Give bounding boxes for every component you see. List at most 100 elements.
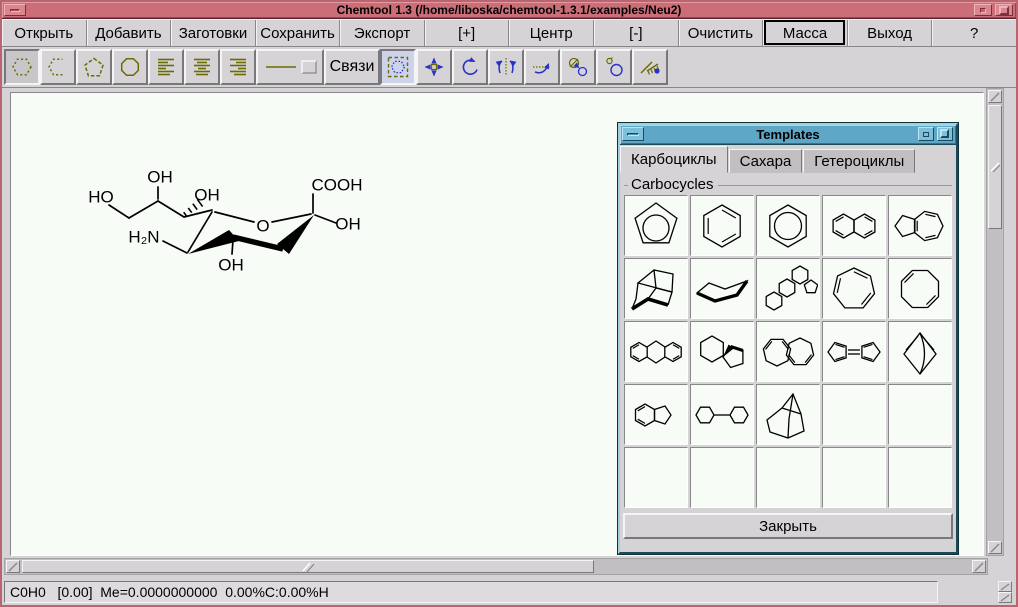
template-cell-fluorene[interactable]	[624, 321, 688, 382]
tool-shrink-button[interactable]	[560, 49, 596, 85]
tab-sugars[interactable]: Сахара	[729, 149, 803, 173]
menu-item-label: Сохранить	[260, 25, 335, 42]
toolbar: Связи	[2, 48, 1016, 88]
template-cell-steroid[interactable]	[756, 258, 820, 319]
vscroll-top-button[interactable]	[988, 90, 1002, 103]
templates-minimize-button[interactable]	[918, 127, 934, 141]
heptalene-structure-icon	[758, 324, 818, 380]
tool-enlarge-button[interactable]	[596, 49, 632, 85]
menu-item-center[interactable]: Центр	[509, 20, 594, 46]
templates-group-label: Carbocycles	[624, 175, 952, 193]
template-cell-empty[interactable]	[822, 447, 886, 508]
svg-text:HO: HO	[88, 188, 114, 207]
template-cell-empty[interactable]	[756, 447, 820, 508]
templates-grid	[620, 193, 956, 510]
azulene-structure-icon	[890, 198, 950, 254]
menu-item-save[interactable]: Сохранить	[256, 20, 341, 46]
tab-heterocycles[interactable]: Гетероциклы	[803, 149, 915, 173]
template-cell-empty[interactable]	[822, 384, 886, 445]
template-cell-empty[interactable]	[690, 447, 754, 508]
menu-item-help[interactable]: ?	[932, 20, 1016, 46]
benzene-structure-icon	[692, 198, 752, 254]
template-cell-empty[interactable]	[888, 447, 952, 508]
pentagon-dotted-icon	[82, 55, 106, 79]
status-down-button[interactable]	[998, 592, 1012, 603]
template-cell-heptalene[interactable]	[756, 321, 820, 382]
hscroll-left-button[interactable]	[6, 560, 20, 573]
templates-maximize-icon	[940, 129, 949, 138]
tool-text-align-right-button[interactable]	[220, 49, 256, 85]
chemtool-window: Chemtool 1.3 (/home/liboska/chemtool-1.3…	[0, 0, 1018, 607]
menu-item-mass[interactable]: Масса	[763, 20, 848, 46]
vscroll-thumb[interactable]	[988, 105, 1002, 229]
hscroll-right-button[interactable]	[972, 560, 986, 573]
cyclopentadienyl-circle-structure-icon	[626, 198, 686, 254]
tool-draw-hexagon-button[interactable]	[4, 49, 40, 85]
menu-item-export[interactable]: Экспорт	[340, 20, 425, 46]
tool-bond-style-button[interactable]	[256, 49, 324, 85]
menu-item-add[interactable]: Добавить	[87, 20, 172, 46]
vscroll-bottom-button[interactable]	[988, 541, 1002, 554]
templates-close-button[interactable]: Закрыть	[623, 513, 953, 539]
align-left-icon	[154, 55, 178, 79]
cyclohexane-chair-structure-icon	[692, 261, 752, 317]
maximize-button[interactable]	[995, 4, 1013, 16]
template-cell-empty[interactable]	[888, 384, 952, 445]
menu-item-quit[interactable]: Выход	[848, 20, 933, 46]
svg-text:H₂N: H₂N	[128, 228, 159, 247]
menu-item-label: [+]	[458, 25, 475, 42]
tool-draw-open-hexagon-button[interactable]	[40, 49, 76, 85]
template-cell-bicyclohexyl[interactable]	[690, 384, 754, 445]
tool-draw-octagon-button[interactable]	[112, 49, 148, 85]
rotate-icon	[458, 55, 482, 79]
tab-carbocycles[interactable]: Карбоциклы	[620, 146, 728, 173]
minimize-button[interactable]	[974, 4, 992, 16]
menu-item-label: Очистить	[688, 25, 753, 42]
template-cell-azulene[interactable]	[888, 195, 952, 256]
template-cell-benzene-circle[interactable]	[756, 195, 820, 256]
align-center-icon	[190, 55, 214, 79]
hexagon-dotted-icon	[10, 55, 34, 79]
templates-titlebar[interactable]: Templates	[620, 125, 956, 145]
tool-text-align-center-button[interactable]	[184, 49, 220, 85]
template-cell-cycloheptatriene[interactable]	[822, 258, 886, 319]
template-cell-cyclopentadienyl-circle[interactable]	[624, 195, 688, 256]
template-cell-empty[interactable]	[624, 447, 688, 508]
menu-item-zoom-out[interactable]: [-]	[594, 20, 679, 46]
hscroll-thumb[interactable]	[22, 560, 594, 573]
vertical-scrollbar[interactable]	[986, 88, 1004, 556]
template-cell-norbornadiene[interactable]	[888, 321, 952, 382]
template-cell-cyclooctatetraene[interactable]	[888, 258, 952, 319]
templates-maximize-button[interactable]	[937, 127, 953, 141]
template-cell-naphthalene[interactable]	[822, 195, 886, 256]
status-up-button[interactable]	[998, 581, 1012, 592]
tool-flip-vertical-button[interactable]	[488, 49, 524, 85]
menu-item-clear[interactable]: Очистить	[679, 20, 764, 46]
menubar: ОткрытьДобавить Заготовки Сохранить Экспорт…	[2, 19, 1016, 47]
template-cell-benzene[interactable]	[690, 195, 754, 256]
template-cell-cyclohexane-chair[interactable]	[690, 258, 754, 319]
tool-select-region-button[interactable]	[380, 49, 416, 85]
bicyclohexyl-structure-icon	[692, 387, 752, 443]
menu-item-templates[interactable]: Заготовки	[171, 20, 256, 46]
tool-cleanup-button[interactable]	[632, 49, 668, 85]
horizontal-scrollbar[interactable]	[4, 558, 988, 575]
template-cell-spiro-hexane-pentane[interactable]	[690, 321, 754, 382]
cleanup-icon	[638, 55, 662, 79]
menu-item-open[interactable]: Открыть	[2, 20, 87, 46]
tool-draw-pentagon-button[interactable]	[76, 49, 112, 85]
template-cell-fulvalene[interactable]	[822, 321, 886, 382]
minimize-icon	[980, 8, 986, 13]
titlebar[interactable]: Chemtool 1.3 (/home/liboska/chemtool-1.3…	[2, 2, 1016, 19]
template-cell-norbornane[interactable]	[756, 384, 820, 445]
menu-item-zoom-in[interactable]: [+]	[425, 20, 510, 46]
norbornadiene-structure-icon	[890, 324, 950, 380]
tool-rotate-button[interactable]	[452, 49, 488, 85]
tool-move-button[interactable]	[416, 49, 452, 85]
menu-item-label: Заготовки	[179, 25, 248, 42]
tool-text-align-left-button[interactable]	[148, 49, 184, 85]
template-cell-indane[interactable]	[624, 384, 688, 445]
template-cell-adamantane[interactable]	[624, 258, 688, 319]
tool-flip-horizontal-button[interactable]	[524, 49, 560, 85]
tool-bonds-button[interactable]: Связи	[324, 49, 380, 85]
